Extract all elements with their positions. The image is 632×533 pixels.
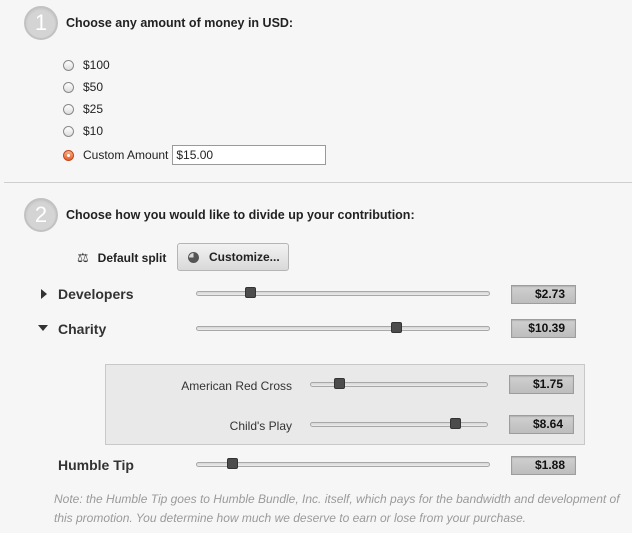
humble-tip-value: $1.88 xyxy=(511,456,576,475)
radio-custom[interactable] xyxy=(63,149,74,161)
slider-thumb[interactable] xyxy=(450,418,462,429)
customize-button-label: Customize... xyxy=(209,250,280,264)
radio-25[interactable] xyxy=(63,103,74,115)
step-2-badge: 2 xyxy=(24,198,58,232)
amount-option-custom[interactable]: Custom Amount xyxy=(63,144,327,166)
childs-play-label: Child's Play xyxy=(229,419,292,433)
developers-value: $2.73 xyxy=(511,285,576,304)
slider-thumb[interactable] xyxy=(390,322,402,333)
section-divider xyxy=(4,182,632,183)
default-split-label: Default split xyxy=(97,251,167,265)
custom-amount-input[interactable] xyxy=(172,145,327,165)
amount-option-10[interactable]: $10 xyxy=(63,122,103,140)
slider-thumb[interactable] xyxy=(334,378,346,389)
humble-tip-slider[interactable] xyxy=(196,458,490,469)
amount-option-100[interactable]: $100 xyxy=(63,56,110,74)
amount-option-label: $25 xyxy=(83,102,104,116)
customize-button[interactable]: Customize... xyxy=(177,243,289,271)
amount-option-label: $10 xyxy=(83,124,104,138)
charity-breakdown-panel: American Red Cross $1.75 Child's Play $8… xyxy=(105,364,585,445)
humble-tip-label[interactable]: Humble Tip xyxy=(58,457,134,473)
red-cross-label: American Red Cross xyxy=(181,379,292,393)
step-1-heading: Choose any amount of money in USD: xyxy=(66,16,294,30)
step-1-badge: 1 xyxy=(24,6,58,40)
red-cross-value: $1.75 xyxy=(509,375,574,394)
radio-10[interactable] xyxy=(63,125,74,137)
chevron-down-icon xyxy=(38,325,48,331)
amount-option-label: $100 xyxy=(83,58,110,72)
charity-slider[interactable] xyxy=(196,322,490,333)
humble-tip-note: Note: the Humble Tip goes to Humble Bund… xyxy=(54,492,620,525)
charity-collapse-toggle[interactable] xyxy=(38,325,48,331)
amount-option-25[interactable]: $25 xyxy=(63,100,103,118)
balance-scale-icon: ⚖ xyxy=(77,250,89,265)
developers-label[interactable]: Developers xyxy=(58,286,133,302)
chevron-right-icon xyxy=(41,289,47,299)
childs-play-slider[interactable] xyxy=(310,418,488,429)
slider-thumb[interactable] xyxy=(227,458,239,469)
radio-50[interactable] xyxy=(63,81,74,93)
developers-slider[interactable] xyxy=(196,287,490,298)
charity-label[interactable]: Charity xyxy=(58,321,106,337)
red-cross-slider[interactable] xyxy=(310,378,488,389)
slider-thumb[interactable] xyxy=(244,287,256,298)
amount-option-50[interactable]: $50 xyxy=(63,78,103,96)
childs-play-value: $8.64 xyxy=(509,415,574,434)
amount-option-label: Custom Amount xyxy=(83,148,169,162)
step-2-heading: Choose how you would like to divide up y… xyxy=(66,208,415,222)
charity-value: $10.39 xyxy=(511,319,576,338)
radio-100[interactable] xyxy=(63,59,74,71)
amount-option-label: $50 xyxy=(83,80,104,94)
default-split: ⚖ Default split xyxy=(77,250,166,266)
developers-expand-toggle[interactable] xyxy=(41,289,47,299)
pie-chart-icon xyxy=(188,251,199,263)
